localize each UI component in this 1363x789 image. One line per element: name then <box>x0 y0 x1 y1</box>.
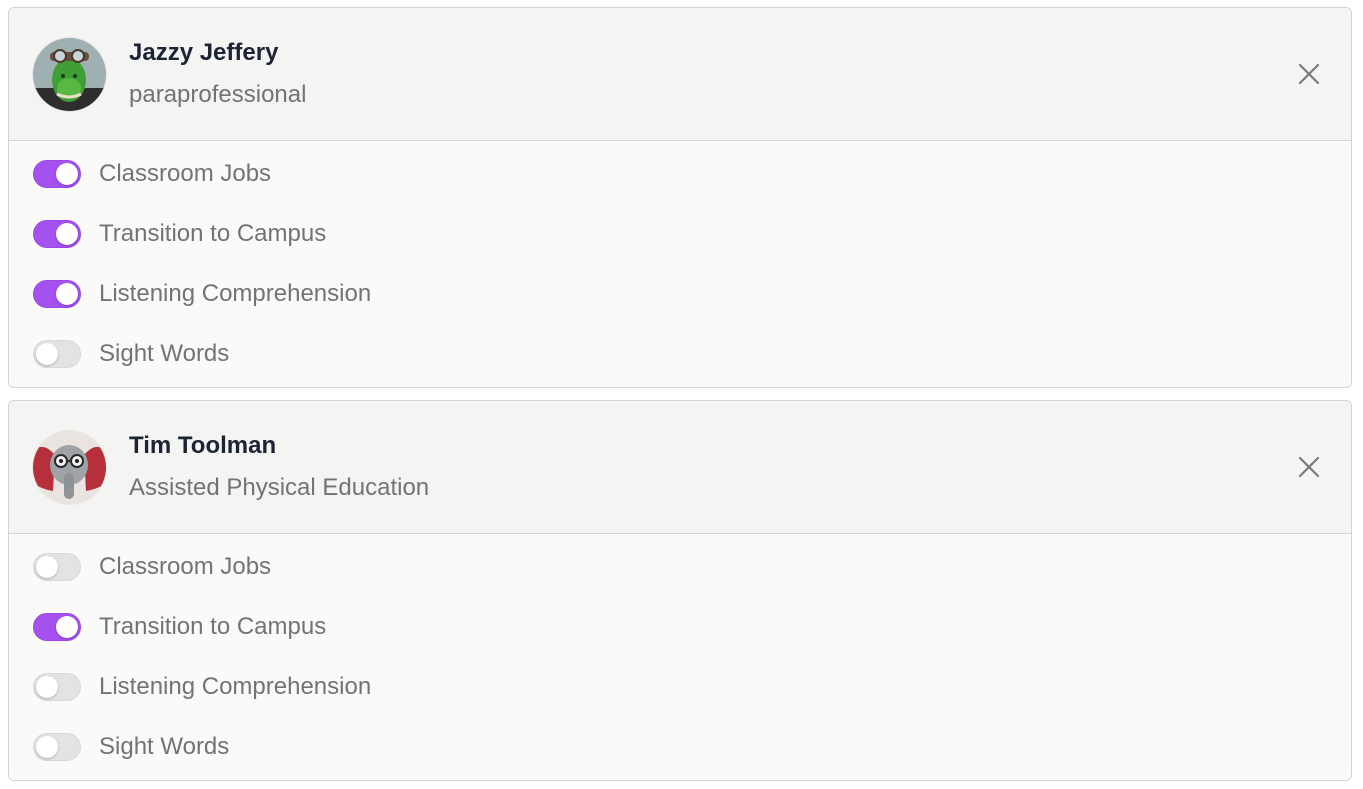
member-name: Tim Toolman <box>129 432 277 459</box>
close-button[interactable] <box>1293 451 1325 483</box>
toggle-label: Sight Words <box>99 733 230 760</box>
switch-knob <box>36 676 58 698</box>
switch-knob <box>36 556 58 578</box>
switch-knob <box>36 736 58 758</box>
member-name: Jazzy Jeffery <box>129 39 279 66</box>
toggle-row: Transition to Campus <box>9 217 1351 277</box>
lizard-pilot-avatar-icon <box>33 38 106 111</box>
toggle-list: Classroom Jobs Transition to Campus List… <box>9 141 1351 387</box>
toggle-row: Transition to Campus <box>9 610 1351 670</box>
toggle-label: Transition to Campus <box>99 220 327 247</box>
toggle-row: Listening Comprehension <box>9 277 1351 337</box>
switch-knob <box>56 616 78 638</box>
switch-knob <box>56 283 78 305</box>
toggle-list: Classroom Jobs Transition to Campus List… <box>9 534 1351 780</box>
close-button[interactable] <box>1293 58 1325 90</box>
toggle-label: Listening Comprehension <box>99 673 372 700</box>
elephant-glasses-avatar-icon <box>33 431 106 504</box>
toggle-row: Listening Comprehension <box>9 670 1351 730</box>
toggle-row: Sight Words <box>9 730 1351 780</box>
toggle-row: Classroom Jobs <box>9 550 1351 610</box>
transition-to-campus-switch[interactable] <box>33 613 81 641</box>
toggle-label: Transition to Campus <box>99 613 327 640</box>
avatar <box>33 38 106 111</box>
close-icon <box>1298 63 1320 85</box>
listening-comprehension-switch[interactable] <box>33 280 81 308</box>
toggle-label: Sight Words <box>99 340 230 367</box>
member-card: Tim Toolman Assisted Physical Education … <box>8 400 1352 781</box>
sight-words-switch[interactable] <box>33 733 81 761</box>
classroom-jobs-switch[interactable] <box>33 160 81 188</box>
close-icon <box>1298 456 1320 478</box>
toggle-label: Classroom Jobs <box>99 553 272 580</box>
avatar <box>33 431 106 504</box>
toggle-label: Classroom Jobs <box>99 160 272 187</box>
switch-knob <box>36 343 58 365</box>
member-role: Assisted Physical Education <box>129 474 430 501</box>
switch-knob <box>56 223 78 245</box>
classroom-jobs-switch[interactable] <box>33 553 81 581</box>
listening-comprehension-switch[interactable] <box>33 673 81 701</box>
sight-words-switch[interactable] <box>33 340 81 368</box>
transition-to-campus-switch[interactable] <box>33 220 81 248</box>
member-card-header: Jazzy Jeffery paraprofessional <box>9 8 1351 141</box>
toggle-label: Listening Comprehension <box>99 280 372 307</box>
member-card: Jazzy Jeffery paraprofessional Classroom… <box>8 7 1352 388</box>
toggle-row: Sight Words <box>9 337 1351 387</box>
member-card-header: Tim Toolman Assisted Physical Education <box>9 401 1351 534</box>
member-role: paraprofessional <box>129 81 307 108</box>
toggle-row: Classroom Jobs <box>9 157 1351 217</box>
switch-knob <box>56 163 78 185</box>
